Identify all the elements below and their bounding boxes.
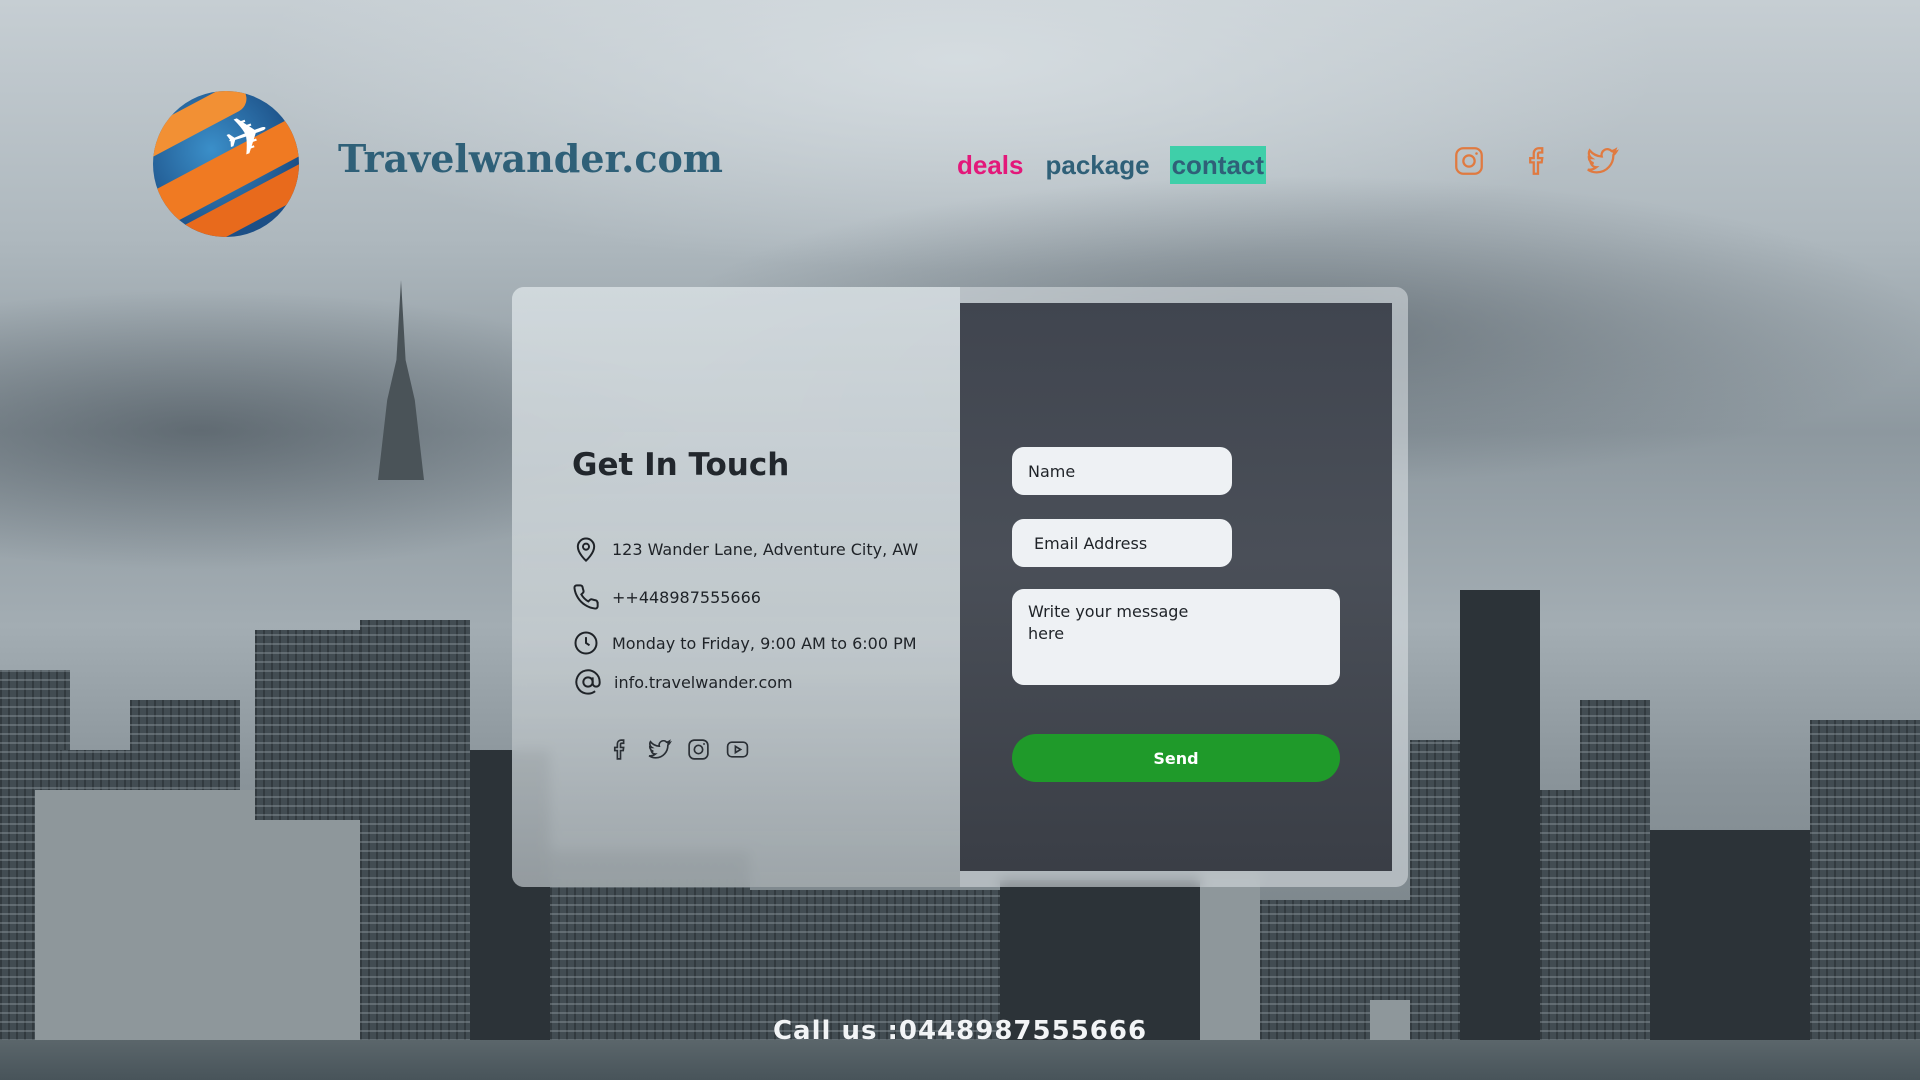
message-textarea[interactable]: [1012, 589, 1340, 685]
youtube-icon[interactable]: [725, 737, 750, 767]
contact-social-icons: [608, 737, 750, 767]
name-input[interactable]: [1012, 447, 1232, 495]
main-nav: deals package contact: [955, 146, 1284, 184]
twitter-icon[interactable]: [1585, 144, 1620, 178]
send-button[interactable]: Send: [1012, 734, 1340, 782]
nav-package[interactable]: package: [1044, 146, 1152, 184]
brand-name[interactable]: Travelwander.com: [338, 136, 723, 181]
facebook-icon[interactable]: [1521, 144, 1555, 178]
logo-globe-icon[interactable]: ✈: [153, 91, 299, 237]
at-sign-icon: [574, 668, 602, 696]
email-input[interactable]: [1012, 519, 1232, 567]
contact-form-panel: Send: [960, 303, 1392, 871]
phone-icon: [572, 583, 600, 611]
location-pin-icon: [572, 535, 600, 563]
nav-deals[interactable]: deals: [955, 146, 1026, 184]
nav-contact[interactable]: contact: [1169, 146, 1267, 184]
instagram-icon[interactable]: [686, 737, 711, 767]
hours-row: Monday to Friday, 9:00 AM to 6:00 PM: [572, 629, 917, 657]
address-text: 123 Wander Lane, Adventure City, AW: [612, 539, 919, 559]
email-text[interactable]: info.travelwander.com: [614, 673, 793, 692]
hours-text: Monday to Friday, 9:00 AM to 6:00 PM: [612, 633, 917, 653]
phone-text[interactable]: ++448987555666: [612, 588, 761, 607]
instagram-icon[interactable]: [1452, 144, 1486, 178]
clock-icon: [572, 629, 600, 657]
contact-title: Get In Touch: [572, 447, 790, 483]
twitter-icon[interactable]: [647, 737, 673, 767]
call-us-footer: Call us :0448987555666: [772, 1016, 1148, 1046]
address-row: 123 Wander Lane, Adventure City, AW: [572, 535, 918, 563]
contact-info-panel: Get In Touch 123 Wander Lane, Adventure …: [512, 287, 960, 887]
phone-row: ++448987555666: [572, 583, 761, 611]
contact-card: Get In Touch 123 Wander Lane, Adventure …: [512, 287, 1408, 887]
facebook-icon[interactable]: [608, 737, 633, 767]
email-row: info.travelwander.com: [574, 668, 793, 696]
